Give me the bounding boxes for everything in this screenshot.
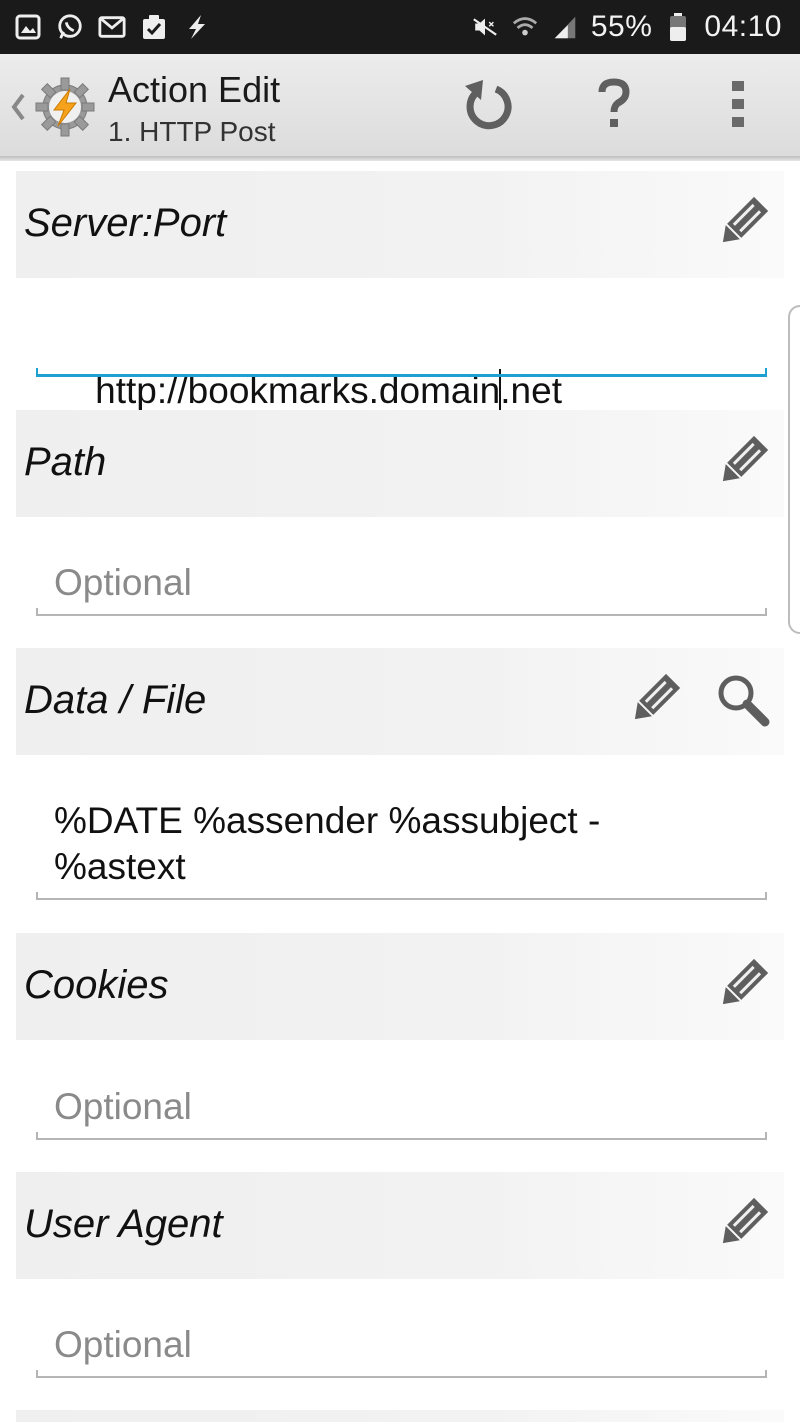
signal-icon <box>551 13 579 41</box>
underline-tick-right <box>765 1132 767 1140</box>
data-file-header: Data / File <box>16 648 784 755</box>
notification-icons <box>14 10 210 44</box>
page-title: Action Edit <box>108 69 281 110</box>
pencil-icon <box>625 671 683 734</box>
data-file-label: Data / File <box>24 678 207 722</box>
path-input[interactable]: Optional <box>36 560 767 620</box>
tasker-bolt-icon <box>182 13 210 41</box>
pencil-icon <box>713 1195 771 1258</box>
cookies-input[interactable]: Optional <box>36 1084 767 1144</box>
data-file-underline <box>36 898 767 900</box>
path-header: Path <box>16 410 784 517</box>
underline-tick-right <box>765 1370 767 1378</box>
data-file-line-2: %astext <box>54 846 186 887</box>
underline-tick-right <box>765 892 767 900</box>
data-file-line-1: %DATE %assender %assubject - <box>54 800 601 841</box>
help-button[interactable] <box>584 76 644 136</box>
path-label: Path <box>24 440 107 484</box>
underline-tick-left <box>36 1370 38 1378</box>
underline-tick-right <box>765 608 767 616</box>
cookies-label: Cookies <box>24 963 169 1007</box>
action-bar-shadow <box>0 156 800 161</box>
whatsapp-icon <box>56 13 84 41</box>
back-chevron-icon[interactable] <box>8 90 28 124</box>
user-agent-label: User Agent <box>24 1202 223 1246</box>
next-section-header <box>16 1410 784 1422</box>
data-file-edit-button[interactable] <box>624 670 684 734</box>
pencil-icon <box>713 956 771 1019</box>
focused-underline <box>36 374 767 377</box>
clock: 04:10 <box>704 10 782 43</box>
user-agent-edit-button[interactable] <box>712 1194 772 1258</box>
search-icon <box>713 671 771 734</box>
battery-percent: 55% <box>590 10 653 43</box>
cookies-edit-button[interactable] <box>712 955 772 1019</box>
page-subtitle: 1. HTTP Post <box>108 116 276 147</box>
action-bar: Action Edit 1. HTTP Post <box>0 54 800 156</box>
clipboard-check-icon <box>140 13 168 41</box>
path-placeholder: Optional <box>54 562 192 603</box>
data-file-search-button[interactable] <box>712 670 772 734</box>
server-port-header: Server:Port <box>16 171 784 278</box>
gallery-icon <box>14 13 42 41</box>
pencil-icon <box>713 194 771 257</box>
status-bar: 55% 04:10 <box>0 0 800 54</box>
tasker-logo-icon[interactable] <box>32 74 98 140</box>
help-icon <box>594 77 634 135</box>
underline-tick-left <box>36 608 38 616</box>
user-agent-header: User Agent <box>16 1172 784 1279</box>
data-file-input[interactable]: %DATE %assender %assubject - %astext <box>36 798 767 906</box>
system-icons: 55% 04:10 <box>471 8 782 46</box>
reset-button[interactable] <box>458 76 518 136</box>
mute-icon <box>471 13 499 41</box>
overflow-menu-button[interactable] <box>708 76 768 136</box>
underline-tick-left <box>36 1132 38 1140</box>
wifi-icon <box>511 13 539 41</box>
user-agent-underline <box>36 1376 767 1378</box>
scroll-edge-handle[interactable] <box>788 305 800 634</box>
server-port-edit-button[interactable] <box>712 193 772 257</box>
more-vert-icon <box>730 79 746 134</box>
user-agent-placeholder: Optional <box>54 1324 192 1365</box>
path-edit-button[interactable] <box>712 432 772 496</box>
cookies-placeholder: Optional <box>54 1086 192 1127</box>
underline-tick-left <box>36 892 38 900</box>
gmail-icon <box>98 13 126 41</box>
user-agent-input[interactable]: Optional <box>36 1322 767 1382</box>
pencil-icon <box>713 433 771 496</box>
server-port-label: Server:Port <box>24 201 227 245</box>
cookies-header: Cookies <box>16 933 784 1040</box>
cookies-underline <box>36 1138 767 1140</box>
underline-tick-left <box>36 368 38 376</box>
battery-icon <box>664 13 692 41</box>
underline-tick-right <box>765 368 767 376</box>
undo-icon <box>461 76 515 137</box>
path-underline <box>36 614 767 616</box>
server-port-input[interactable]: http://bookmarks.domain.net <box>36 318 767 411</box>
